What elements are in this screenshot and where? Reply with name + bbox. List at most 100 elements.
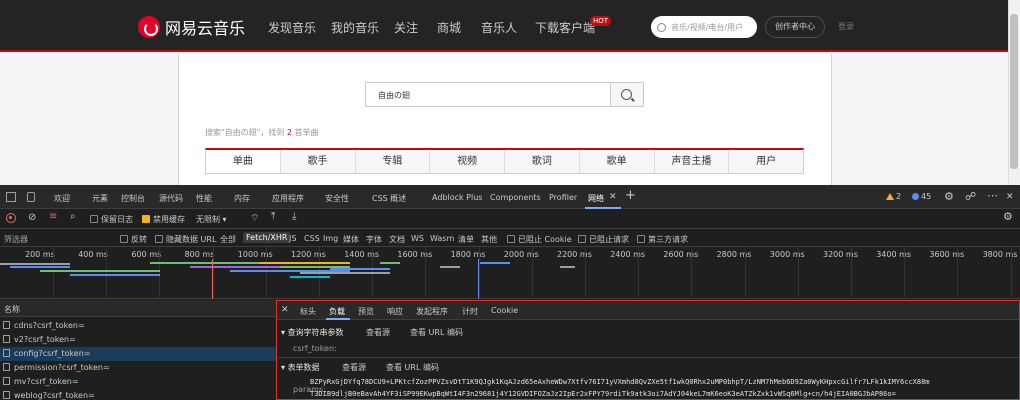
type-ws[interactable]: WS <box>411 234 424 243</box>
creator-center-button[interactable]: 创作者中心 <box>765 16 825 38</box>
timeline-tick-label: 3400 ms <box>876 250 912 259</box>
request-row[interactable]: cdns?csrf_token= <box>0 319 276 333</box>
tab-users[interactable]: 用户 <box>729 150 803 173</box>
dt-tab-components[interactable]: Components <box>490 193 541 202</box>
close-tab-icon[interactable]: ✕ <box>609 192 617 202</box>
request-row[interactable]: mv?csrf_token= <box>0 375 276 389</box>
search-icon[interactable]: ⌕ <box>70 211 76 222</box>
active-detail-tab-indicator <box>326 318 350 320</box>
request-row[interactable]: v2?csrf_token= <box>0 333 276 347</box>
disable-cache-checkbox[interactable]: 禁用缓存 <box>142 214 185 225</box>
preserve-log-checkbox[interactable]: 保留日志 <box>90 214 133 225</box>
query-view-source[interactable]: 查看源 <box>366 327 390 338</box>
dt-tab-profiler[interactable]: Profiler <box>549 193 577 202</box>
customize-icon[interactable]: ☍ <box>965 190 976 203</box>
dt-tab-console[interactable]: 控制台 <box>121 193 145 204</box>
close-detail-icon[interactable]: ✕ <box>281 305 289 315</box>
song-search-button[interactable] <box>611 82 644 107</box>
name-column-label: 名称 <box>4 305 20 314</box>
waterfall-bar <box>330 268 390 270</box>
warnings-badge[interactable]: 2 <box>886 192 901 201</box>
nav-musician[interactable]: 音乐人 <box>481 19 517 36</box>
tab-albums[interactable]: 专辑 <box>356 150 431 173</box>
timeline-tick-label: 1200 ms <box>291 250 326 259</box>
nav-follow[interactable]: 关注 <box>394 19 418 36</box>
nav-discover[interactable]: 发现音乐 <box>268 19 316 36</box>
request-row[interactable]: permission?csrf_token= <box>0 361 276 375</box>
record-icon[interactable] <box>6 213 16 223</box>
song-search-input[interactable]: 自由の翅 <box>365 82 611 107</box>
hide-data-url-checkbox[interactable]: 隐藏数据 URL <box>155 234 216 245</box>
nav-my-music[interactable]: 我的音乐 <box>331 19 379 36</box>
detail-tab-cookies[interactable]: Cookie <box>491 306 518 315</box>
type-doc[interactable]: 文档 <box>389 234 405 245</box>
query-params-section[interactable]: ▾ 查询字符串参数 <box>281 327 344 338</box>
detail-tab-initiator[interactable]: 发起程序 <box>416 306 448 317</box>
dt-tab-network[interactable]: 网络 <box>588 193 604 204</box>
dt-tab-css-overview[interactable]: CSS 概述 <box>372 193 406 204</box>
dt-tab-security[interactable]: 安全性 <box>325 193 349 204</box>
site-search-input[interactable]: 音乐/视频/电台/用户 <box>651 16 757 38</box>
type-font[interactable]: 字体 <box>366 234 382 245</box>
dt-tab-application[interactable]: 应用程序 <box>272 193 304 204</box>
import-har-icon[interactable]: ⤒ <box>271 211 275 222</box>
dt-tab-sources[interactable]: 源代码 <box>159 193 183 204</box>
more-options-icon[interactable]: ⋯ <box>987 189 998 202</box>
type-wasm[interactable]: Wasm <box>430 234 454 243</box>
tab-videos[interactable]: 视频 <box>430 150 505 173</box>
detail-tab-payload[interactable]: 负载 <box>329 306 345 317</box>
dt-tab-elements[interactable]: 元素 <box>92 193 108 204</box>
device-toggle-icon[interactable] <box>27 192 35 202</box>
inspect-icon[interactable] <box>6 192 16 202</box>
tab-podcasters[interactable]: 声音主播 <box>655 150 730 173</box>
request-row[interactable]: weblog?csrf_token= <box>0 389 276 400</box>
type-other[interactable]: 其他 <box>481 234 497 245</box>
dt-tab-memory[interactable]: 内存 <box>234 193 250 204</box>
form-data-section[interactable]: ▾ 表单数据 <box>281 362 320 373</box>
detail-tab-timing[interactable]: 计时 <box>462 306 478 317</box>
info-badge[interactable]: 45 <box>912 192 931 201</box>
type-img[interactable]: Img <box>323 234 338 243</box>
blocked-requests-checkbox[interactable]: 已阻止请求 <box>578 234 629 245</box>
detail-tab-response[interactable]: 响应 <box>387 306 403 317</box>
type-media[interactable]: 媒体 <box>343 234 359 245</box>
type-css[interactable]: CSS <box>304 234 320 243</box>
timeline-gridline <box>585 247 586 299</box>
nav-store[interactable]: 商城 <box>437 19 461 36</box>
type-all[interactable]: 全部 <box>220 234 236 245</box>
tab-songs[interactable]: 单曲 <box>206 150 281 173</box>
type-js[interactable]: JS <box>289 234 296 243</box>
type-fetch-xhr[interactable]: Fetch/XHR <box>243 232 291 243</box>
add-tab-icon[interactable]: + <box>625 188 636 203</box>
clear-icon[interactable]: ⊘ <box>28 212 36 223</box>
detail-tab-headers[interactable]: 标头 <box>300 306 316 317</box>
nav-download[interactable]: 下载客户端 <box>535 19 595 36</box>
filter-input[interactable]: 筛选器 <box>4 234 28 245</box>
site-logo[interactable]: 网易云音乐 <box>138 15 245 39</box>
type-manifest[interactable]: 清单 <box>458 234 474 245</box>
query-view-url-encoded[interactable]: 查看 URL 编码 <box>410 327 463 338</box>
settings-gear-icon[interactable]: ⚙ <box>944 190 954 203</box>
dt-tab-performance[interactable]: 性能 <box>196 193 212 204</box>
page-scrollbar-thumb[interactable] <box>1010 14 1018 169</box>
login-link[interactable]: 登录 <box>838 21 854 32</box>
network-conditions-icon[interactable]: ⌔ <box>250 212 259 225</box>
detail-tab-preview[interactable]: 预览 <box>358 306 374 317</box>
blocked-cookies-checkbox[interactable]: 已阻止 Cookie <box>507 234 572 245</box>
filter-icon[interactable]: ≡ <box>49 211 57 222</box>
throttle-select[interactable]: 无限制 ▾ <box>196 214 227 225</box>
invert-checkbox[interactable]: 反转 <box>120 234 147 245</box>
tab-playlists[interactable]: 歌单 <box>580 150 655 173</box>
tab-artists[interactable]: 歌手 <box>281 150 356 173</box>
request-list-header[interactable]: 名称 <box>0 300 276 317</box>
dt-tab-welcome[interactable]: 欢迎 <box>54 193 70 204</box>
third-party-checkbox[interactable]: 第三方请求 <box>637 234 688 245</box>
network-settings-icon[interactable]: ⚙ <box>1003 210 1013 223</box>
close-devtools-icon[interactable]: ✕ <box>1006 192 1014 202</box>
request-row-selected[interactable]: config?csrf_token= <box>0 347 276 361</box>
form-view-url-encoded[interactable]: 查看 URL 编码 <box>386 362 439 373</box>
dt-tab-adblock[interactable]: Adblock Plus <box>432 193 482 202</box>
form-view-source[interactable]: 查看源 <box>342 362 366 373</box>
export-har-icon[interactable]: ⤓ <box>292 211 296 222</box>
tab-lyrics[interactable]: 歌词 <box>505 150 580 173</box>
